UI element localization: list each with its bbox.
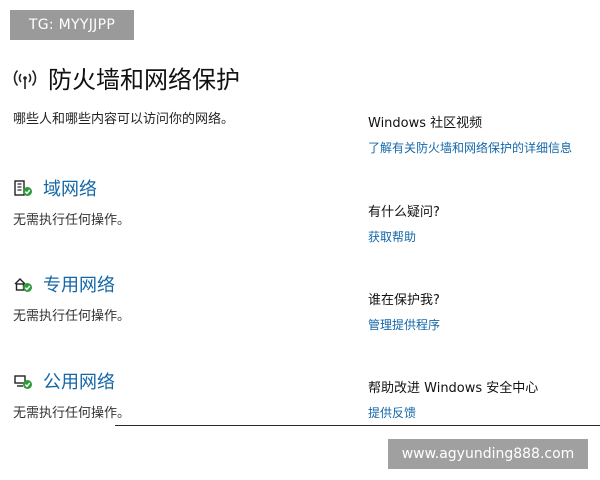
domain-building-icon (14, 180, 32, 196)
watermark-top: TG: MYYJJPP (10, 10, 134, 40)
give-feedback-link[interactable]: 提供反馈 (368, 404, 538, 421)
learn-more-link[interactable]: 了解有关防火墙和网络保护的详细信息 (368, 139, 572, 156)
private-network-status: 无需执行任何操作。 (13, 309, 131, 324)
public-network-section: 公用网络 无需执行任何操作。 (13, 368, 130, 421)
bottom-divider (115, 425, 600, 426)
public-monitor-icon (14, 375, 32, 389)
side-who-protects: 谁在保护我? 管理提供程序 (368, 289, 440, 333)
side-heading: 有什么疑问? (368, 205, 440, 220)
page-subtitle: 哪些人和哪些内容可以访问你的网络。 (13, 112, 235, 127)
private-home-icon (14, 278, 32, 292)
domain-network-link[interactable]: 域网络 (43, 175, 97, 201)
domain-network-section: 域网络 无需执行任何操作。 (13, 175, 130, 228)
side-community-videos: Windows 社区视频 了解有关防火墙和网络保护的详细信息 (368, 112, 572, 156)
private-network-section: 专用网络 无需执行任何操作。 (13, 271, 130, 324)
wifi-signal-icon (13, 69, 37, 89)
side-heading: 帮助改进 Windows 安全中心 (368, 381, 539, 396)
side-heading: 谁在保护我? (368, 293, 440, 308)
side-questions: 有什么疑问? 获取帮助 (368, 201, 440, 245)
domain-network-status: 无需执行任何操作。 (13, 213, 131, 228)
watermark-bottom: www.agyunding888.com (388, 439, 588, 469)
manage-providers-link[interactable]: 管理提供程序 (368, 316, 440, 333)
private-network-link[interactable]: 专用网络 (43, 271, 115, 297)
page-header: 防火墙和网络保护 (12, 60, 240, 95)
public-network-status: 无需执行任何操作。 (13, 406, 131, 421)
public-network-link[interactable]: 公用网络 (43, 368, 115, 394)
get-help-link[interactable]: 获取帮助 (368, 228, 440, 245)
side-feedback: 帮助改进 Windows 安全中心 提供反馈 (368, 377, 538, 421)
side-heading: Windows 社区视频 (368, 116, 483, 131)
page: TG: MYYJJPP 防火墙和网络保护 哪些人和哪些内容可以访问你的网络。 域… (0, 0, 600, 480)
page-title: 防火墙和网络保护 (48, 66, 240, 94)
